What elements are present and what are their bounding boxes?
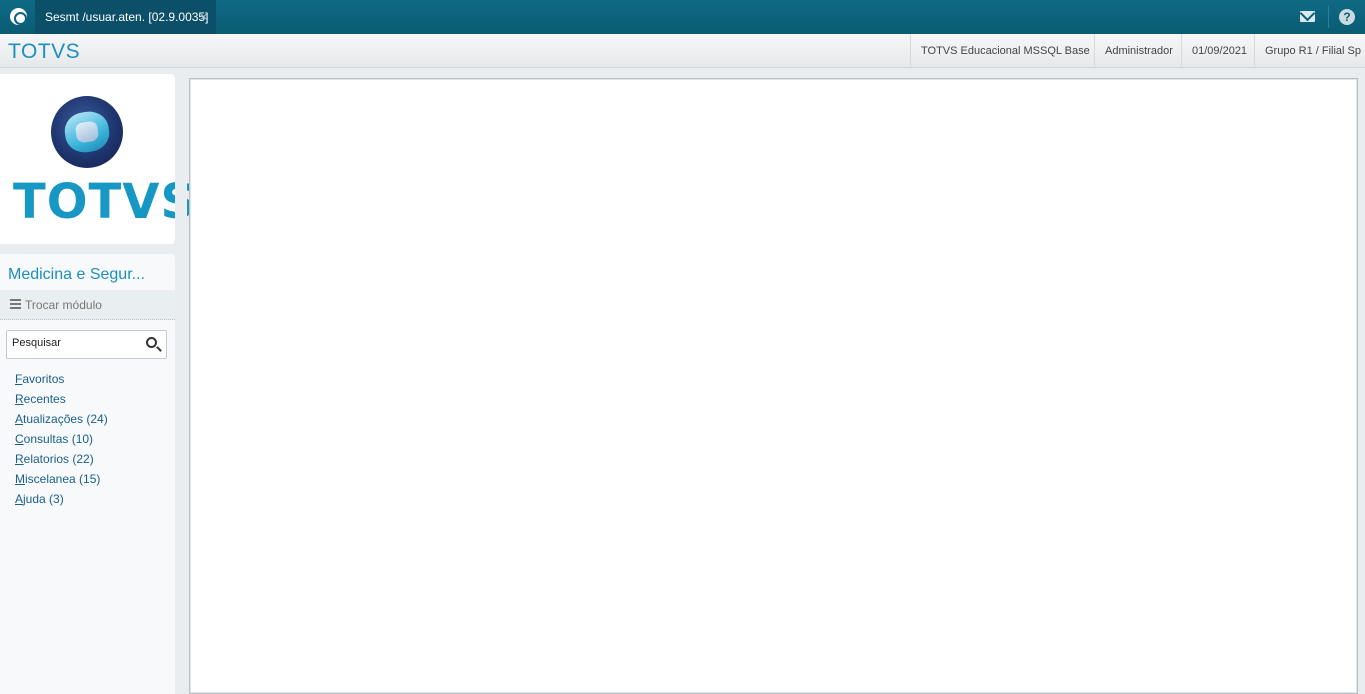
tab-title: Sesmt /usuar.aten. [02.9.0035] <box>45 10 209 24</box>
help-icon[interactable]: ? <box>1339 9 1355 25</box>
logo-panel: TOTVS <box>0 74 195 244</box>
menu-item-recentes[interactable]: Recentes <box>15 392 108 412</box>
mail-icon[interactable] <box>1300 11 1315 22</box>
module-menu: Medicina e Segur... Trocar módulo Favori… <box>0 254 175 694</box>
menu-list: Favoritos Recentes Atualizações (24) Con… <box>15 372 108 512</box>
main-workspace[interactable] <box>189 78 1358 694</box>
date-label[interactable]: 01/09/2021 <box>1181 34 1257 68</box>
globe-center <box>74 120 100 144</box>
totvs-globe-logo <box>51 96 123 168</box>
tab-active[interactable]: Sesmt /usuar.aten. [02.9.0035] × <box>35 0 216 34</box>
logo-text: TOTVS <box>13 174 197 230</box>
app-logo-icon[interactable] <box>10 8 27 25</box>
header-bar: TOTVS TOTVS Educacional MSSQL Base Admin… <box>0 34 1365 68</box>
menu-item-atualizacoes[interactable]: Atualizações (24) <box>15 412 108 432</box>
search-box <box>6 330 167 359</box>
environment-label[interactable]: TOTVS Educacional MSSQL Base <box>910 34 1100 68</box>
switch-module-button[interactable]: Trocar módulo <box>0 290 175 320</box>
menu-item-ajuda[interactable]: Ajuda (3) <box>15 492 108 512</box>
user-label[interactable]: Administrador <box>1094 34 1183 68</box>
search-icon[interactable] <box>146 337 157 348</box>
menu-item-consultas[interactable]: Consultas (10) <box>15 432 108 452</box>
search-input[interactable] <box>12 337 137 349</box>
close-icon[interactable]: × <box>200 9 208 24</box>
switch-module-label: Trocar módulo <box>25 298 102 312</box>
toolbar-divider <box>1328 6 1329 28</box>
module-title: Medicina e Segur... <box>8 266 145 283</box>
panel-splitter[interactable] <box>175 68 187 694</box>
menu-item-miscelanea[interactable]: Miscelanea (15) <box>15 472 108 492</box>
mouse-cursor-icon <box>458 511 470 527</box>
title-bar: Sesmt /usuar.aten. [02.9.0035] × ? <box>0 0 1365 34</box>
branch-label[interactable]: Grupo R1 / Filial Sp <box>1254 34 1365 68</box>
hamburger-icon <box>10 299 21 309</box>
menu-item-relatorios[interactable]: Relatorios (22) <box>15 452 108 472</box>
globe-ring <box>62 109 112 155</box>
menu-item-favoritos[interactable]: Favoritos <box>15 372 108 392</box>
brand-title: TOTVS <box>8 40 81 63</box>
